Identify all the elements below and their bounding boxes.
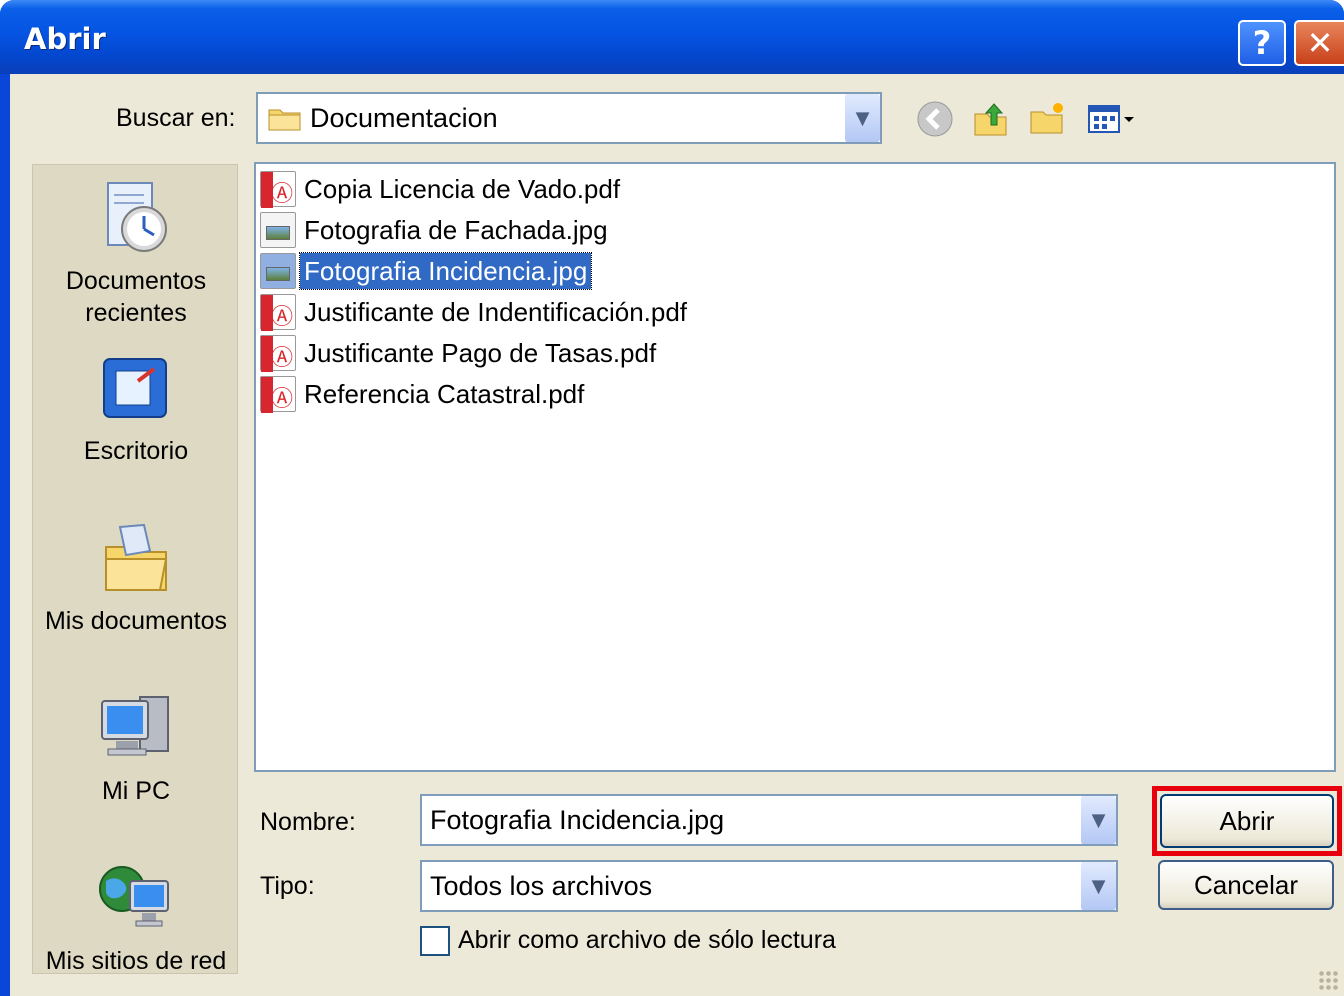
place-recent-documents[interactable]: Documentos recientes: [33, 179, 239, 329]
chevron-down-icon[interactable]: ▼: [1080, 796, 1116, 844]
views-menu-button[interactable]: [1084, 98, 1140, 140]
filename-input[interactable]: Fotografia Incidencia.jpg: [422, 805, 1080, 836]
file-name: Referencia Catastral.pdf: [304, 379, 585, 409]
place-label-my-documents: Mis documentos: [44, 607, 228, 635]
pdf-file-icon: [260, 376, 296, 413]
chevron-down-icon[interactable]: ▼: [1080, 862, 1116, 910]
folder-icon: [268, 105, 302, 131]
filetype-combo[interactable]: Todos los archivos ▼: [420, 860, 1118, 912]
chevron-down-icon[interactable]: ▼: [844, 94, 880, 142]
recent-documents-icon: [107, 182, 167, 252]
dialog-title: Abrir: [24, 22, 106, 56]
title-bar[interactable]: Abrir ? ✕: [0, 0, 1344, 74]
list-item[interactable]: Fotografia de Fachada.jpg: [260, 211, 612, 249]
up-folder-icon: [974, 103, 1007, 136]
new-folder-button[interactable]: [1026, 98, 1068, 140]
readonly-checkbox[interactable]: [420, 926, 450, 956]
network-places-icon: [99, 866, 169, 927]
help-button[interactable]: ?: [1238, 20, 1286, 66]
place-my-documents[interactable]: Mis documentos: [33, 519, 239, 637]
resize-grip-icon[interactable]: [1318, 970, 1340, 992]
filetype-label: Tipo:: [260, 872, 315, 900]
list-item-selected[interactable]: Fotografia Incidencia.jpg: [260, 252, 593, 290]
places-bar: Documentos recientes Escritorio Mis docu…: [32, 164, 239, 977]
file-name: Copia Licencia de Vado.pdf: [304, 174, 621, 204]
pdf-file-icon: [260, 335, 296, 372]
place-label-recent: Documentos recientes: [65, 267, 207, 327]
place-my-computer[interactable]: Mi PC: [33, 689, 239, 807]
filename-label: Nombre:: [260, 808, 356, 836]
desktop-icon: [103, 358, 167, 418]
place-label-desktop: Escritorio: [83, 437, 189, 465]
close-button[interactable]: ✕: [1294, 20, 1344, 66]
place-desktop[interactable]: Escritorio: [33, 349, 239, 467]
back-button[interactable]: [914, 98, 956, 140]
pdf-file-icon: [260, 171, 296, 208]
lookin-value: Documentacion: [310, 102, 498, 133]
dialog-body: Buscar en: Documentacion ▼ Documentos re…: [10, 74, 1344, 996]
image-file-icon: [260, 253, 296, 289]
file-name: Justificante Pago de Tasas.pdf: [304, 338, 657, 368]
lookin-label: Buscar en:: [116, 104, 236, 132]
filetype-value: Todos los archivos: [430, 870, 653, 901]
filename-combo[interactable]: Fotografia Incidencia.jpg ▼: [420, 794, 1118, 846]
lookin-combo[interactable]: Documentacion ▼: [256, 92, 882, 144]
list-item[interactable]: Justificante de Indentificación.pdf: [260, 293, 691, 331]
my-computer-icon: [101, 696, 169, 756]
views-icon: [1088, 105, 1134, 133]
readonly-label: Abrir como archivo de sólo lectura: [458, 926, 836, 954]
list-item[interactable]: Copia Licencia de Vado.pdf: [260, 170, 624, 208]
place-label-my-computer: Mi PC: [101, 777, 171, 805]
place-label-network: Mis sitios de red: [45, 947, 227, 975]
image-file-icon: [260, 212, 296, 248]
pdf-file-icon: [260, 294, 296, 331]
my-documents-icon: [105, 523, 168, 591]
file-name: Justificante de Indentificación.pdf: [304, 297, 688, 327]
file-name: Fotografia de Fachada.jpg: [304, 215, 608, 245]
open-button[interactable]: Abrir: [1160, 794, 1334, 848]
file-list[interactable]: Copia Licencia de Vado.pdf Fotografia de…: [254, 162, 1336, 772]
file-name: Fotografia Incidencia.jpg: [298, 252, 593, 290]
list-item[interactable]: Justificante Pago de Tasas.pdf: [260, 334, 660, 372]
list-item[interactable]: Referencia Catastral.pdf: [260, 375, 588, 413]
cancel-button[interactable]: Cancelar: [1158, 860, 1334, 910]
back-arrow-icon: [917, 101, 953, 137]
open-dialog: Abrir ? ✕ Buscar en: Documentacion ▼ Doc…: [0, 0, 1344, 996]
up-folder-button[interactable]: [970, 98, 1012, 140]
new-folder-icon: [1030, 103, 1063, 134]
place-network[interactable]: Mis sitios de red: [33, 859, 239, 977]
